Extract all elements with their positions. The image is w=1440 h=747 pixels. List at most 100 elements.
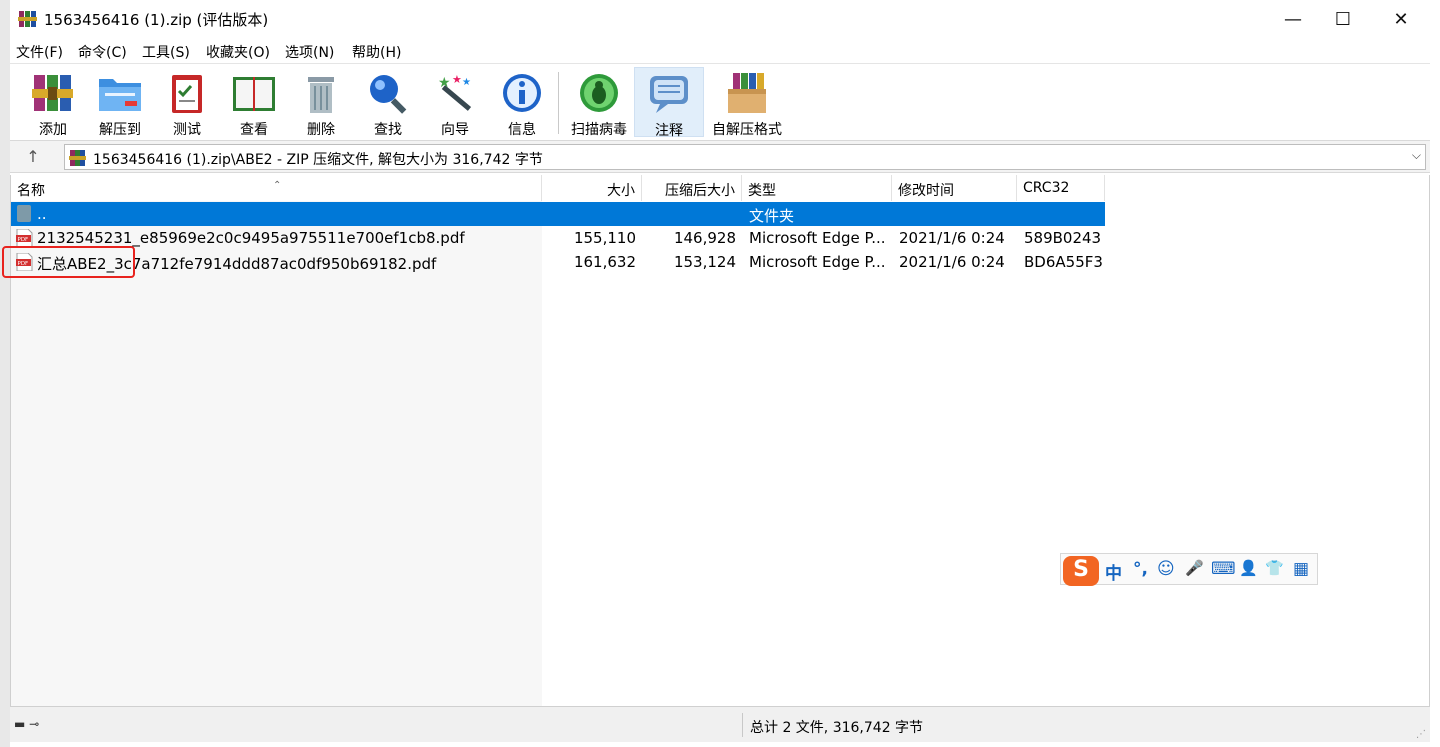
delete-label: 删除 (307, 122, 335, 138)
row-crc: 589B0243 (1024, 229, 1102, 247)
tools-grid-icon[interactable]: ▦ (1293, 559, 1309, 579)
column-type-label: 类型 (748, 183, 776, 199)
test-clipboard-icon (172, 75, 202, 113)
view-button[interactable]: 查看 (219, 67, 289, 138)
info-label: 信息 (508, 122, 536, 138)
chevron-down-icon[interactable]: ⌵ (1412, 148, 1421, 163)
row-crc: BD6A55F3 (1024, 253, 1103, 271)
skin-shirt-icon[interactable]: 👕 (1265, 559, 1284, 577)
column-packed-label: 压缩后大小 (665, 183, 735, 199)
pdf-file-icon: PDF (16, 229, 33, 247)
ime-punctuation-toggle[interactable]: °, (1133, 559, 1148, 579)
row-modified: 2021/1/6 0:24 (899, 253, 1005, 271)
menu-help[interactable]: 帮助(H) (352, 42, 401, 62)
svg-text:PDF: PDF (18, 237, 29, 243)
resize-grip-icon[interactable]: ⋰ (1416, 729, 1426, 740)
view-label: 查看 (240, 122, 268, 138)
row-size: 155,110 (573, 229, 636, 247)
comment-icon (650, 76, 688, 113)
delete-button[interactable]: 删除 (286, 67, 356, 138)
add-archive-icon (32, 75, 73, 111)
status-summary: 总计 2 文件, 316,742 字节 (750, 720, 924, 736)
svg-text:★: ★ (452, 73, 462, 86)
emoji-icon[interactable]: ☺ (1157, 559, 1175, 579)
sogou-logo-icon[interactable]: S (1063, 556, 1099, 586)
status-separator (742, 713, 743, 737)
background-window-edge (0, 0, 10, 747)
drive-key-icon[interactable]: ▬ ⊸ (14, 717, 39, 731)
menu-file[interactable]: 文件(F) (16, 42, 63, 62)
find-label: 查找 (374, 122, 402, 138)
menu-commands[interactable]: 命令(C) (78, 42, 127, 62)
add-button[interactable]: 添加 (18, 67, 88, 138)
maximize-button[interactable]: ☐ (1314, 0, 1372, 38)
close-button[interactable]: ✕ (1372, 0, 1430, 38)
wizard-wand-icon: ★ ★ ★ (438, 73, 472, 111)
column-name-label: 名称 (17, 183, 45, 199)
table-row[interactable]: PDF 汇总ABE2_3c7a712fe7914ddd87ac0df950b69… (11, 250, 1105, 274)
column-header-size[interactable]: 大小 (542, 175, 642, 201)
status-bar: ▬ ⊸ 总计 2 文件, 316,742 字节 ⋰ (10, 706, 1430, 742)
row-size: 161,632 (573, 253, 636, 271)
delete-trash-icon (308, 77, 334, 113)
column-header-modified[interactable]: 修改时间 (892, 175, 1017, 201)
find-magnifier-icon (370, 75, 407, 114)
keyboard-icon[interactable]: ⌨ (1211, 559, 1236, 579)
window-title: 1563456416 (1).zip (评估版本) (44, 11, 269, 29)
microphone-icon[interactable]: 🎤 (1185, 559, 1204, 577)
sfx-box-icon (728, 73, 766, 113)
up-arrow-icon[interactable]: ↑ (22, 147, 44, 167)
row-name: .. (37, 205, 47, 223)
table-row-parent-folder[interactable]: .. 文件夹 (11, 202, 1105, 226)
row-packed: 153,124 (673, 253, 736, 271)
row-type: Microsoft Edge P... (749, 229, 886, 247)
column-crc-label: CRC32 (1023, 180, 1070, 196)
row-type: 文件夹 (749, 207, 795, 225)
archive-icon (69, 150, 86, 166)
column-header-crc[interactable]: CRC32 (1017, 175, 1105, 201)
row-type: Microsoft Edge P... (749, 253, 886, 271)
virus-scan-icon (580, 74, 618, 112)
comment-button[interactable]: 注释 (634, 67, 704, 139)
row-name: 2132545231_e85969e2c0c9495a975511e700ef1… (37, 229, 465, 247)
title-bar: 1563456416 (1).zip (评估版本) — ☐ ✕ (10, 0, 1440, 38)
row-modified: 2021/1/6 0:24 (899, 229, 1005, 247)
column-header-name[interactable]: 名称 ⌃ (11, 175, 542, 201)
toolbar: 添加 解压到 测试 查看 删除 查找 ★ ★ ★ 向导 信息 扫描病毒 注释 自… (10, 63, 1430, 141)
wizard-label: 向导 (441, 122, 469, 138)
test-label: 测试 (173, 122, 201, 138)
column-header-type[interactable]: 类型 (742, 175, 892, 201)
toolbar-separator (558, 72, 559, 134)
winrar-window: 1563456416 (1).zip (评估版本) — ☐ ✕ 文件(F) 命令… (0, 0, 1440, 747)
comment-label: 注释 (655, 123, 683, 139)
folder-icon (17, 205, 31, 222)
ime-toolbar[interactable]: S 中 °, ☺ 🎤 ⌨ 👤 👕 ▦ (1060, 553, 1318, 586)
add-label: 添加 (39, 122, 67, 138)
info-icon (503, 74, 541, 112)
menu-tools[interactable]: 工具(S) (142, 42, 190, 62)
info-button[interactable]: 信息 (487, 67, 557, 138)
row-packed: 146,928 (673, 229, 736, 247)
find-button[interactable]: 查找 (353, 67, 423, 138)
test-button[interactable]: 测试 (152, 67, 222, 138)
ime-mode-toggle[interactable]: 中 (1105, 559, 1122, 584)
user-icon[interactable]: 👤 (1239, 559, 1258, 577)
view-book-icon (233, 77, 275, 111)
extract-folder-icon (99, 79, 141, 111)
menu-bar: 文件(F) 命令(C) 工具(S) 收藏夹(O) 选项(N) 帮助(H) (10, 39, 1430, 63)
winrar-app-icon (18, 11, 37, 27)
table-row[interactable]: PDF 2132545231_e85969e2c0c9495a975511e70… (11, 226, 1105, 250)
path-combobox[interactable]: 1563456416 (1).zip\ABE2 - ZIP 压缩文件, 解包大小… (64, 144, 1426, 170)
highlight-annotation (2, 246, 135, 278)
sfx-button[interactable]: 自解压格式 (710, 67, 784, 138)
extract-to-label: 解压到 (99, 122, 141, 138)
column-header-packed[interactable]: 压缩后大小 (642, 175, 742, 201)
svg-text:★: ★ (438, 75, 451, 91)
address-bar: ↑ 1563456416 (1).zip\ABE2 - ZIP 压缩文件, 解包… (10, 141, 1430, 173)
extract-to-button[interactable]: 解压到 (85, 67, 155, 138)
menu-favorites[interactable]: 收藏夹(O) (206, 42, 270, 62)
virus-scan-button[interactable]: 扫描病毒 (564, 67, 634, 138)
column-modified-label: 修改时间 (898, 183, 954, 199)
menu-options[interactable]: 选项(N) (285, 42, 334, 62)
wizard-button[interactable]: ★ ★ ★ 向导 (420, 67, 490, 138)
